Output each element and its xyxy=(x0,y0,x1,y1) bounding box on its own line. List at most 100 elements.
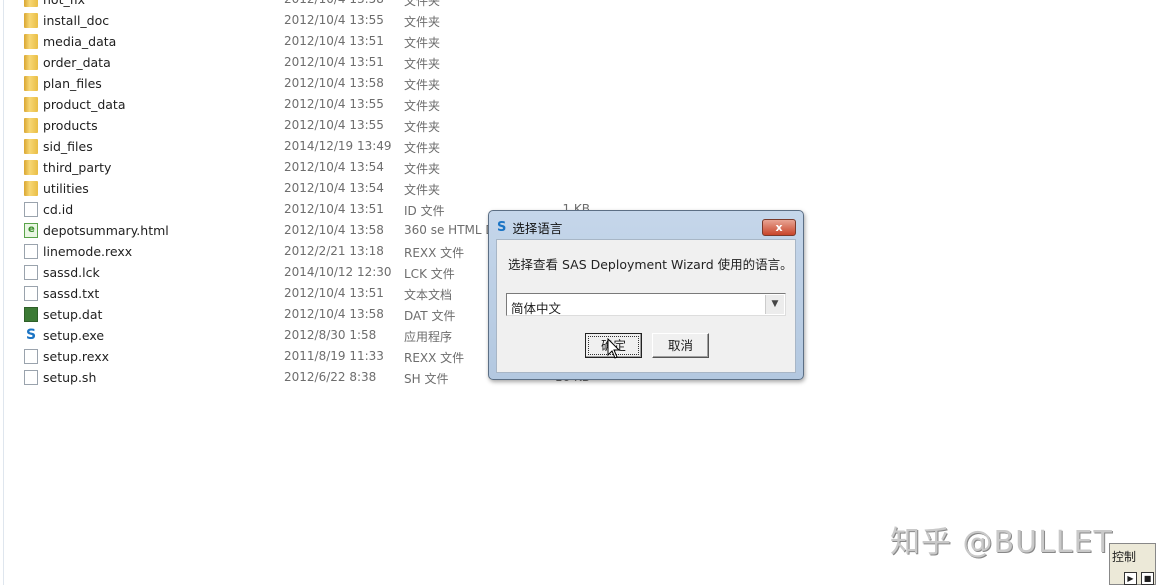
folder-icon xyxy=(24,181,38,196)
stop-icon[interactable]: ■ xyxy=(1141,572,1154,585)
file-row[interactable]: order_data 2012/10/4 13:51 文件夹 xyxy=(0,52,600,73)
file-row[interactable]: products 2012/10/4 13:55 文件夹 xyxy=(0,115,600,136)
folder-icon xyxy=(24,13,38,28)
file-type: REXX 文件 xyxy=(404,351,465,365)
dat-file-icon xyxy=(24,307,38,322)
file-date: 2012/6/22 8:38 xyxy=(284,370,377,384)
file-row[interactable]: utilities 2012/10/4 13:54 文件夹 xyxy=(0,178,600,199)
chevron-down-icon[interactable]: ▼ xyxy=(765,295,784,314)
file-type: 文件夹 xyxy=(404,162,441,176)
file-name: setup.rexx xyxy=(43,349,110,364)
file-type: SH 文件 xyxy=(404,372,449,386)
folder-icon xyxy=(24,97,38,112)
file-type: 文件夹 xyxy=(404,141,441,155)
file-name: hot_fix xyxy=(43,0,85,7)
file-row[interactable]: third_party 2012/10/4 13:54 文件夹 xyxy=(0,157,600,178)
file-type: DAT 文件 xyxy=(404,309,456,323)
folder-icon xyxy=(24,139,38,154)
file-date: 2012/10/4 13:58 xyxy=(284,307,384,321)
file-date: 2012/10/4 13:58 xyxy=(284,76,384,90)
folder-icon xyxy=(24,55,38,70)
file-icon xyxy=(24,286,38,301)
file-name: plan_files xyxy=(43,76,102,91)
cancel-button[interactable]: 取消 xyxy=(652,333,709,358)
dialog-body: 选择查看 SAS Deployment Wizard 使用的语言。 简体中文 ▼… xyxy=(496,239,796,373)
file-name: setup.exe xyxy=(43,328,105,343)
file-type: 应用程序 xyxy=(404,330,453,344)
file-date: 2012/10/4 13:51 xyxy=(284,202,384,216)
file-name: setup.sh xyxy=(43,370,97,385)
file-type: 文件夹 xyxy=(404,36,441,50)
file-type: 文件夹 xyxy=(404,78,441,92)
file-name: product_data xyxy=(43,97,126,112)
file-name: utilities xyxy=(43,181,89,196)
file-icon xyxy=(24,349,38,364)
file-icon xyxy=(24,370,38,385)
html-file-icon xyxy=(24,223,38,238)
file-date: 2012/10/4 13:51 xyxy=(284,286,384,300)
file-date: 2012/2/21 13:18 xyxy=(284,244,384,258)
language-select-value: 简体中文 xyxy=(511,301,562,316)
file-name: sassd.lck xyxy=(43,265,100,280)
file-date: 2011/8/19 11:33 xyxy=(284,349,384,363)
file-name: sid_files xyxy=(43,139,93,154)
file-date: 2012/10/4 13:51 xyxy=(284,34,384,48)
control-panel-label: 控制 xyxy=(1112,550,1137,564)
folder-icon xyxy=(24,0,38,7)
file-type: LCK 文件 xyxy=(404,267,455,281)
file-name: install_doc xyxy=(43,13,110,28)
language-select[interactable]: 简体中文 ▼ xyxy=(506,293,786,316)
file-row[interactable]: product_data 2012/10/4 13:55 文件夹 xyxy=(0,94,600,115)
sas-app-icon: S xyxy=(25,327,37,343)
file-name: cd.id xyxy=(43,202,74,217)
file-type: 文本文档 xyxy=(404,288,453,302)
file-type: 文件夹 xyxy=(404,99,441,113)
file-date: 2014/10/12 12:30 xyxy=(284,265,392,279)
file-type: 文件夹 xyxy=(404,120,441,134)
folder-icon xyxy=(24,160,38,175)
file-date: 2012/10/4 13:51 xyxy=(284,55,384,69)
folder-icon xyxy=(24,76,38,91)
file-date: 2012/10/4 13:58 xyxy=(284,223,384,237)
file-row[interactable]: install_doc 2012/10/4 13:55 文件夹 xyxy=(0,10,600,31)
file-date: 2012/10/4 13:58 xyxy=(284,0,384,6)
file-icon xyxy=(24,244,38,259)
file-name: third_party xyxy=(43,160,112,175)
file-date: 2012/10/4 13:55 xyxy=(284,13,384,27)
file-name: media_data xyxy=(43,34,117,49)
file-type: 文件夹 xyxy=(404,57,441,71)
file-row[interactable]: plan_files 2012/10/4 13:58 文件夹 xyxy=(0,73,600,94)
file-row[interactable]: hot_fix 2012/10/4 13:58 文件夹 xyxy=(0,0,600,10)
language-dialog: S 选择语言 x 选择查看 SAS Deployment Wizard 使用的语… xyxy=(488,210,804,380)
folder-icon xyxy=(24,34,38,49)
file-date: 2012/10/4 13:55 xyxy=(284,97,384,111)
watermark: 知乎 @BULLET xyxy=(890,525,1113,560)
file-name: sassd.txt xyxy=(43,286,100,301)
file-type: 文件夹 xyxy=(404,0,441,8)
file-date: 2012/8/30 1:58 xyxy=(284,328,377,342)
file-type: 文件夹 xyxy=(404,183,441,197)
play-icon[interactable]: ▶ xyxy=(1124,572,1137,585)
file-name: setup.dat xyxy=(43,307,103,322)
folder-icon xyxy=(24,118,38,133)
dialog-title: 选择语言 xyxy=(512,221,563,236)
sas-logo-icon: S xyxy=(497,220,507,235)
file-name: products xyxy=(43,118,98,133)
control-panel: 控制 ▶ ■ xyxy=(1109,543,1156,585)
file-date: 2012/10/4 13:55 xyxy=(284,118,384,132)
dialog-title-bar[interactable]: S 选择语言 xyxy=(497,218,562,237)
file-row[interactable]: media_data 2012/10/4 13:51 文件夹 xyxy=(0,31,600,52)
file-type: ID 文件 xyxy=(404,204,445,218)
file-name: order_data xyxy=(43,55,111,70)
file-type: 360 se HTML D xyxy=(404,223,495,237)
file-type: 文件夹 xyxy=(404,15,441,29)
mouse-cursor-icon xyxy=(607,338,621,359)
file-date: 2012/10/4 13:54 xyxy=(284,181,384,195)
file-row[interactable]: sid_files 2014/12/19 13:49 文件夹 xyxy=(0,136,600,157)
close-button[interactable]: x xyxy=(762,219,796,236)
file-date: 2012/10/4 13:54 xyxy=(284,160,384,174)
file-icon xyxy=(24,202,38,217)
file-type: REXX 文件 xyxy=(404,246,465,260)
file-name: depotsummary.html xyxy=(43,223,169,238)
file-date: 2014/12/19 13:49 xyxy=(284,139,392,153)
